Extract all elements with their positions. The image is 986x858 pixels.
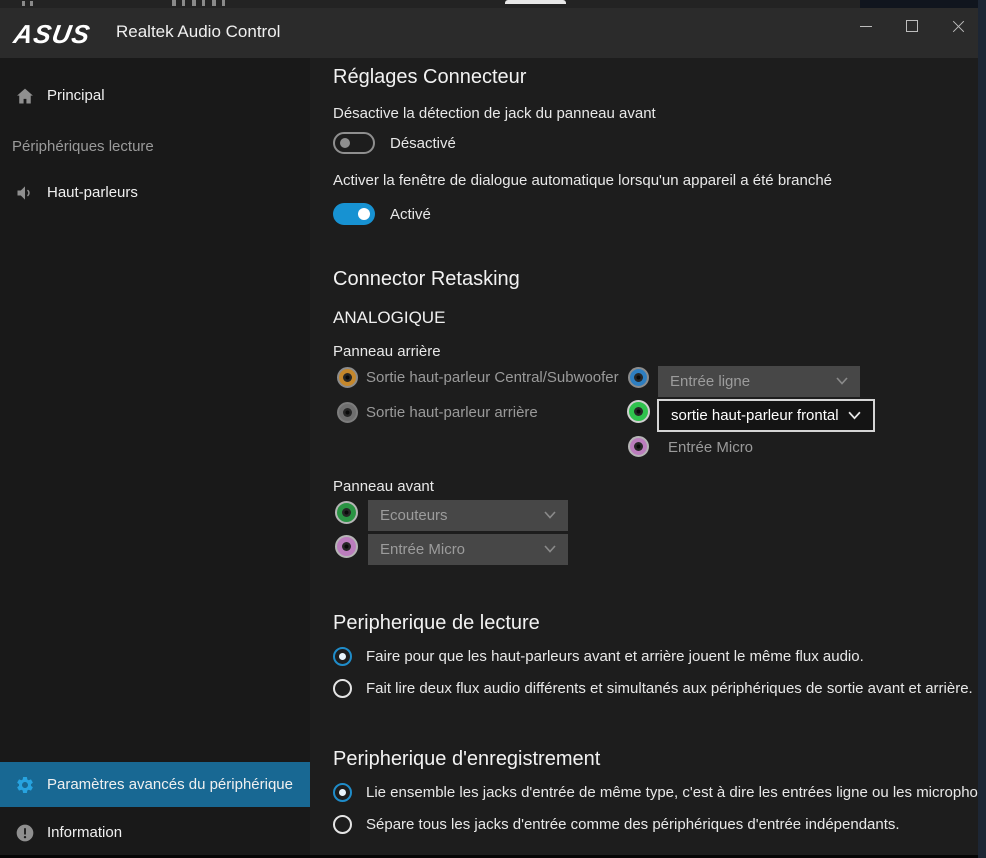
sidebar-section-playback-devices: Périphériques lecture <box>12 138 154 155</box>
app-title: Realtek Audio Control <box>116 22 280 42</box>
front-speaker-dropdown[interactable]: sortie haut-parleur frontal <box>657 399 875 432</box>
speaker-icon <box>15 183 35 203</box>
home-icon <box>15 86 35 106</box>
jack-detection-state: Désactivé <box>390 135 456 152</box>
jack-hole <box>342 542 351 551</box>
chevron-down-icon <box>544 511 556 519</box>
jack-label-rear-speaker: Sortie haut-parleur arrière <box>366 404 538 421</box>
dropdown-value: sortie haut-parleur frontal <box>671 407 839 424</box>
jack-hole <box>342 508 351 517</box>
section-title-connector-settings: Réglages Connecteur <box>333 66 526 89</box>
sidebar-item-label: Principal <box>47 87 105 104</box>
jack-label-center-subwoofer: Sortie haut-parleur Central/Subwoofer <box>366 369 619 386</box>
close-button[interactable] <box>936 8 978 44</box>
sidebar: Principal Périphériques lecture Haut-par… <box>0 58 310 858</box>
background-fragment <box>202 0 205 6</box>
front-panel-label: Panneau avant <box>333 478 434 495</box>
jack-orange-center-subwoofer <box>337 367 358 388</box>
sidebar-item-label: Information <box>47 824 122 841</box>
background-browser-tab <box>505 0 566 4</box>
background-fragment <box>222 0 225 6</box>
chevron-down-icon <box>848 411 861 420</box>
background-fragment <box>172 0 176 6</box>
line-in-dropdown[interactable]: Entrée ligne <box>658 366 860 397</box>
auto-popup-label: Activer la fenêtre de dialogue automatiq… <box>333 172 832 189</box>
chevron-down-icon <box>544 545 556 553</box>
jack-blue-line-in <box>628 367 649 388</box>
background-fragment <box>22 1 25 6</box>
jack-detection-label: Désactive la détection de jack du pannea… <box>333 105 656 122</box>
sidebar-item-speakers[interactable]: Haut-parleurs <box>0 170 310 215</box>
jack-hole <box>634 373 643 382</box>
dropdown-value: Entrée Micro <box>380 541 465 558</box>
jack-detection-toggle[interactable] <box>333 132 375 154</box>
background-fragment <box>30 1 33 6</box>
rear-panel-label: Panneau arrière <box>333 343 441 360</box>
realtek-audio-control-window: ASUS Realtek Audio Control Principal Pér… <box>0 8 978 858</box>
maximize-button[interactable] <box>890 8 934 44</box>
toggle-knob <box>358 208 370 220</box>
jack-green-headphones <box>335 501 358 524</box>
dropdown-value: Ecouteurs <box>380 507 448 524</box>
sidebar-item-label: Paramètres avancés du périphérique <box>47 776 293 793</box>
sidebar-item-label: Haut-parleurs <box>47 184 138 201</box>
screen: ASUS Realtek Audio Control Principal Pér… <box>0 0 986 858</box>
close-icon <box>952 20 965 33</box>
recording-option-2-radio[interactable] <box>333 815 352 834</box>
asus-logo: ASUS <box>11 19 93 50</box>
jack-pink-mic-in <box>628 436 649 457</box>
recording-option-1-label: Lie ensemble les jacks d'entrée de même … <box>366 784 978 801</box>
jack-hole <box>634 442 643 451</box>
jack-pink-front-mic <box>335 535 358 558</box>
playback-option-2-radio[interactable] <box>333 679 352 698</box>
info-icon <box>15 823 35 843</box>
jack-hole <box>634 407 643 416</box>
toggle-knob <box>340 138 350 148</box>
background-dark-area <box>860 0 986 8</box>
content-panel: Réglages Connecteur Désactive la détecti… <box>310 58 978 858</box>
minimize-icon <box>860 26 872 27</box>
jack-green-front-out <box>627 400 650 423</box>
background-window-top-strip <box>0 0 986 8</box>
recording-option-2-label: Sépare tous les jacks d'entrée comme des… <box>366 816 900 833</box>
recording-option-1-radio[interactable] <box>333 783 352 802</box>
radio-dot <box>339 789 346 796</box>
sidebar-item-advanced-settings[interactable]: Paramètres avancés du périphérique <box>0 762 310 807</box>
background-fragment <box>182 0 185 6</box>
group-title-analog: ANALOGIQUE <box>333 308 445 328</box>
section-title-connector-retasking: Connector Retasking <box>333 268 520 291</box>
titlebar: ASUS Realtek Audio Control <box>0 8 978 58</box>
maximize-icon <box>906 20 918 32</box>
sidebar-item-information[interactable]: Information <box>0 810 310 855</box>
gear-icon <box>15 775 35 795</box>
auto-popup-state: Activé <box>390 206 431 223</box>
auto-popup-toggle[interactable] <box>333 203 375 225</box>
chevron-down-icon <box>836 377 848 385</box>
playback-option-1-radio[interactable] <box>333 647 352 666</box>
jack-hole <box>343 408 352 417</box>
headphones-dropdown[interactable]: Ecouteurs <box>368 500 568 531</box>
playback-option-2-label: Fait lire deux flux audio différents et … <box>366 680 973 697</box>
section-title-playback-device: Peripherique de lecture <box>333 612 540 635</box>
front-mic-dropdown[interactable]: Entrée Micro <box>368 534 568 565</box>
minimize-button[interactable] <box>844 8 888 44</box>
sidebar-item-principal[interactable]: Principal <box>0 73 310 118</box>
section-title-recording-device: Peripherique d'enregistrement <box>333 748 600 771</box>
background-fragment <box>212 0 216 6</box>
background-window-right-strip <box>978 0 986 858</box>
jack-hole <box>343 373 352 382</box>
playback-option-1-label: Faire pour que les haut-parleurs avant e… <box>366 648 864 665</box>
jack-gray-rear-speaker <box>337 402 358 423</box>
background-fragment <box>192 0 196 6</box>
dropdown-value: Entrée ligne <box>670 373 750 390</box>
jack-label-mic-in: Entrée Micro <box>668 439 753 456</box>
radio-dot <box>339 653 346 660</box>
